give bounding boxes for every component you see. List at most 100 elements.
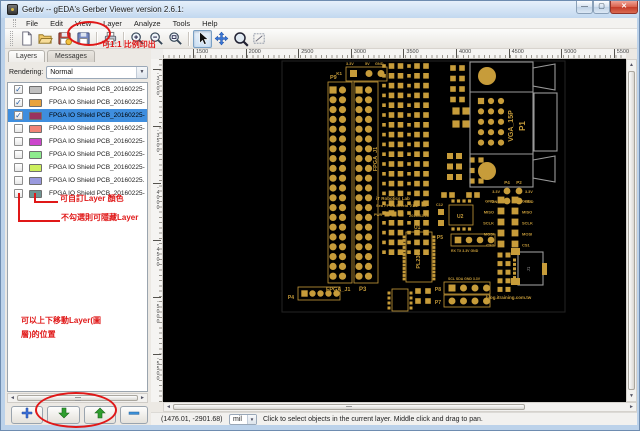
scroll-thumb[interactable]	[173, 404, 525, 410]
ruler-tick-label: -4500	[153, 240, 161, 267]
minus-icon	[128, 406, 140, 424]
ruler-tick-label: 4500	[508, 49, 524, 58]
layer-color-swatch[interactable]	[29, 98, 42, 107]
scroll-up-icon[interactable]: ▲	[627, 60, 636, 70]
ruler-tick-label: -3000	[153, 69, 161, 96]
layer-panel: Layers Messages Rendering: Normal ▼ ✓ FPGA …	[5, 49, 151, 425]
pointer-tool-button[interactable]	[193, 29, 212, 48]
layer-color-swatch[interactable]	[29, 124, 42, 133]
layer-row[interactable]: ✓ FPGA IO Shield PCB_20160225-	[8, 109, 147, 122]
pcb-label-spi-sclk: SCLK	[483, 221, 494, 226]
pcb-label-u2: U2	[457, 214, 464, 220]
layer-visibility-checkbox[interactable]: ✓	[14, 98, 23, 107]
scroll-down-icon[interactable]: ▼	[627, 391, 636, 401]
pcb-label-spi-miso: MISO	[484, 210, 494, 215]
tab-messages[interactable]: Messages	[47, 50, 95, 62]
ruler-tick-label: 5500	[613, 49, 629, 58]
pcb-label-p8: P8	[435, 287, 441, 293]
canvas-horizontal-scrollbar[interactable]: ◄ ►	[163, 402, 637, 412]
scroll-thumb[interactable]	[628, 71, 635, 390]
scroll-right-icon[interactable]: ►	[138, 395, 147, 401]
layer-row[interactable]: ✓ FPGA IO Shield PCB_20160225-	[8, 96, 147, 109]
ruler-tick-label: 2500	[298, 49, 313, 58]
zoom-fit-icon	[168, 31, 183, 46]
menu-edit[interactable]: Edit	[44, 19, 69, 28]
annotation-circle-move-buttons	[35, 392, 117, 428]
layer-color-swatch[interactable]	[29, 150, 42, 159]
maximize-button[interactable]: ▢	[593, 1, 610, 14]
new-file-button[interactable]	[17, 30, 36, 48]
status-hint: Click to select objects in the current l…	[263, 415, 483, 423]
layer-visibility-checkbox[interactable]	[14, 176, 23, 185]
layer-visibility-checkbox[interactable]: ✓	[14, 85, 23, 94]
layer-name: FPGA IO Shield PCB_20160225-	[49, 164, 145, 171]
main-content: Layers Messages Rendering: Normal ▼ ✓ FPGA …	[5, 49, 637, 425]
zoom-fit-button[interactable]	[166, 30, 185, 48]
layer-visibility-checkbox[interactable]	[14, 150, 23, 159]
ruler-tick-label: 2000	[245, 49, 261, 58]
pcb-label-p7: P7	[435, 300, 441, 306]
gerbv-window: Gerbv -- gEDA's Gerber Viewer version 2.…	[0, 0, 640, 431]
scroll-left-icon[interactable]: ◄	[164, 404, 173, 410]
annotation-line	[18, 220, 60, 222]
layer-name: FPGA IO Shield PCB_20160225-	[49, 99, 145, 106]
pcb-label-j1: J1	[526, 266, 531, 271]
canvas-vertical-scrollbar[interactable]: ▲ ▼	[626, 59, 637, 402]
gerber-canvas[interactable]: P9 FPGA_J1 FPGA_J1 P3 3.3V 5V GND K1 VGA…	[163, 59, 626, 402]
chevron-down-icon: ▼	[136, 67, 147, 78]
open-file-button[interactable]	[36, 30, 55, 48]
layer-row[interactable]: FPGA IO Shield PCB_20160225-	[8, 135, 147, 148]
title-bar[interactable]: Gerbv -- gEDA's Gerber Viewer version 2.…	[1, 1, 639, 18]
pcb-label-3v3: 3.3V	[346, 62, 354, 66]
pcb-label-p4b: P4	[288, 295, 294, 301]
plus-icon	[21, 406, 33, 424]
horizontal-ruler: 1500 2000 2500 3000 3500 4000 4500 5000 5500	[163, 49, 629, 59]
menu-analyze[interactable]: Analyze	[128, 19, 167, 28]
measure-icon	[252, 31, 267, 46]
rendering-value: Normal	[50, 69, 73, 76]
pan-tool-button[interactable]	[212, 30, 231, 48]
layer-row[interactable]: FPGA IO Shield PCB_20160225-	[8, 161, 147, 174]
ruler-tick-label: -3500	[153, 126, 161, 153]
tab-layers[interactable]: Layers	[8, 50, 46, 62]
rendering-select[interactable]: Normal ▼	[46, 66, 148, 79]
annotation-move-note-line2: 層)的位置	[21, 330, 56, 339]
layer-row[interactable]: FPGA IO Shield PCB_20160225.	[8, 174, 147, 187]
menu-file[interactable]: File	[20, 19, 44, 28]
remove-layer-button[interactable]	[120, 406, 149, 424]
layer-visibility-checkbox[interactable]	[14, 124, 23, 133]
scroll-right-icon[interactable]: ►	[627, 404, 636, 410]
pcb-label-spi-gnd2: GND	[522, 199, 531, 204]
annotation-line	[34, 201, 58, 203]
app-icon	[7, 4, 18, 15]
measure-tool-button[interactable]	[250, 30, 269, 48]
layer-color-swatch[interactable]	[29, 176, 42, 185]
close-button[interactable]: ✕	[610, 1, 638, 14]
scroll-left-icon[interactable]: ◄	[8, 395, 17, 401]
pcb-label-k1: K1	[336, 71, 342, 76]
menu-tools[interactable]: Tools	[167, 19, 197, 28]
layer-row[interactable]: FPGA IO Shield PCB_20160225-	[8, 122, 147, 135]
layer-color-swatch[interactable]	[29, 85, 42, 94]
toolbar-grip	[10, 30, 13, 47]
ruler-tick-label: 1500	[193, 49, 208, 58]
layer-color-swatch[interactable]	[29, 111, 42, 120]
layer-visibility-checkbox[interactable]: ✓	[14, 111, 23, 120]
toolbar-separator	[188, 31, 190, 46]
annotation-color-note: 可自訂Layer 顏色	[60, 194, 124, 203]
zoom-tool-button[interactable]	[231, 30, 250, 48]
layer-visibility-checkbox[interactable]	[14, 163, 23, 172]
layer-row[interactable]: FPGA IO Shield PCB_20160225-	[8, 148, 147, 161]
layer-color-swatch[interactable]	[29, 163, 42, 172]
menu-help[interactable]: Help	[196, 19, 223, 28]
pcb-label-spi-sclk2: SCLK	[522, 221, 533, 226]
unit-select[interactable]: mil ▼	[229, 413, 257, 425]
minimize-button[interactable]: —	[576, 1, 593, 14]
layer-color-swatch[interactable]	[29, 137, 42, 146]
panel-tabs: Layers Messages	[8, 50, 97, 62]
pcb-label-date: 2016/02/16	[409, 213, 430, 218]
layer-visibility-checkbox[interactable]	[14, 137, 23, 146]
layer-color-swatch[interactable]	[29, 189, 42, 198]
annotation-print-note: 可1:1 比例印出	[102, 40, 156, 49]
layer-row[interactable]: ✓ FPGA IO Shield PCB_20160225-	[8, 83, 147, 96]
